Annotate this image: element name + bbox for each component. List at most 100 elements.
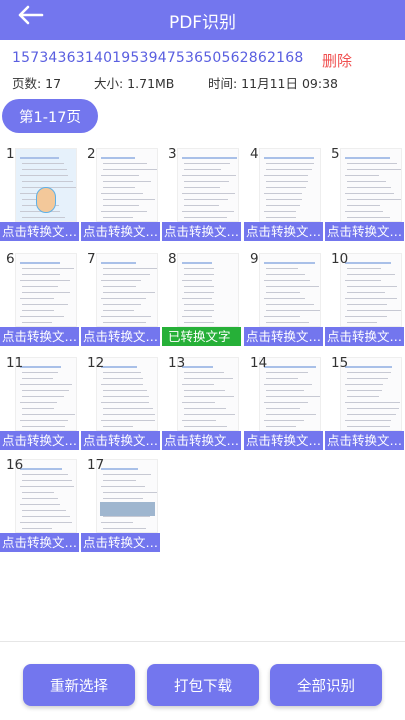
convert-text-button[interactable]: 点击转换文… [81, 222, 160, 241]
reselect-button[interactable]: 重新选择 [23, 664, 135, 706]
convert-text-button[interactable]: 点击转换文… [244, 222, 323, 241]
preview-text-line [184, 292, 214, 294]
preview-text-line [101, 384, 143, 386]
preview-text-line [22, 181, 73, 183]
preview-text-line [264, 175, 308, 177]
page-thumbnail[interactable]: 16 点击转换文… [0, 457, 79, 552]
page-thumbnail[interactable]: 8 已转换文字 [162, 251, 241, 346]
page-preview [96, 148, 158, 222]
preview-text-line [345, 402, 400, 404]
preview-text-line [266, 426, 296, 428]
preview-text-line [20, 468, 62, 470]
preview-text-line [103, 492, 157, 494]
convert-text-button[interactable]: 点击转换文… [0, 533, 79, 552]
preview-text-line [103, 268, 157, 270]
preview-text-line [22, 169, 67, 171]
preview-text-line [266, 169, 312, 171]
preview-text-line [103, 516, 150, 518]
page-number: 1 [6, 146, 15, 162]
preview-text-line [20, 157, 59, 159]
convert-text-button[interactable]: 点击转换文… [162, 431, 241, 450]
preview-text-line [184, 199, 228, 201]
preview-text-line [347, 304, 387, 306]
preview-text-line [266, 199, 302, 201]
preview-text-line [266, 396, 320, 398]
page-thumbnail[interactable]: 10 点击转换文… [325, 251, 404, 346]
preview-text-line [184, 181, 229, 183]
preview-text-line [182, 193, 235, 195]
preview-text-line [22, 396, 64, 398]
preview-text-line [347, 217, 390, 219]
convert-text-button[interactable]: 点击转换文… [162, 222, 241, 241]
divider [0, 641, 405, 642]
page-thumbnail[interactable]: 3 点击转换文… [162, 146, 241, 241]
page-thumbnail[interactable]: 15 点击转换文… [325, 355, 404, 450]
preview-text-line [101, 157, 135, 159]
preview-text-line [20, 486, 74, 488]
preview-text-line [20, 402, 57, 404]
page-thumbnail[interactable]: 11 点击转换文… [0, 355, 79, 450]
preview-text-line [264, 157, 314, 159]
page-thumbnail[interactable]: 13 点击转换文… [162, 355, 241, 450]
page-thumbnail[interactable]: 7 点击转换文… [81, 251, 160, 346]
preview-text-line [266, 304, 314, 306]
convert-text-button[interactable]: 点击转换文… [81, 431, 160, 450]
preview-text-line [101, 193, 143, 195]
page-thumbnail[interactable]: 14 点击转换文… [244, 355, 323, 450]
page-thumbnail[interactable]: 9 点击转换文… [244, 251, 323, 346]
preview-text-line [20, 262, 60, 264]
convert-text-button[interactable]: 点击转换文… [325, 431, 404, 450]
preview-text-line [22, 304, 68, 306]
preview-text-line [184, 310, 214, 312]
convert-text-button[interactable]: 点击转换文… [0, 431, 79, 450]
preview-text-line [20, 175, 68, 177]
package-download-button[interactable]: 打包下载 [147, 664, 259, 706]
preview-text-line [20, 504, 60, 506]
converted-status-label[interactable]: 已转换文字 [162, 327, 241, 346]
convert-text-button[interactable]: 点击转换文… [325, 327, 404, 346]
page-thumbnail[interactable]: 1 点击转换文… [0, 146, 79, 241]
preview-text-line [347, 390, 382, 392]
preview-text-line [266, 274, 305, 276]
preview-text-line [347, 268, 381, 270]
preview-text-line [22, 516, 70, 518]
page-thumbnail[interactable]: 2 点击转换文… [81, 146, 160, 241]
convert-text-button[interactable]: 点击转换文… [244, 327, 323, 346]
recognize-all-button[interactable]: 全部识别 [270, 664, 382, 706]
convert-text-button[interactable]: 点击转换文… [325, 222, 404, 241]
convert-text-button[interactable]: 点击转换文… [81, 327, 160, 346]
preview-text-line [20, 420, 68, 422]
preview-text-line [20, 298, 54, 300]
preview-text-line [22, 163, 64, 165]
convert-text-button[interactable]: 点击转换文… [0, 222, 79, 241]
page-preview [340, 148, 402, 222]
preview-text-line [103, 310, 134, 312]
preview-text-line [345, 175, 379, 177]
page-thumbnail[interactable]: 4 点击转换文… [244, 146, 323, 241]
preview-text-line [103, 187, 135, 189]
preview-text-line [264, 420, 304, 422]
preview-text-line [101, 262, 136, 264]
page-thumbnail[interactable]: 12 点击转换文… [81, 355, 160, 450]
preview-text-line [103, 498, 143, 500]
page-number: 5 [331, 146, 340, 162]
preview-text-line [266, 217, 296, 219]
preview-text-line [266, 310, 320, 312]
preview-text-line [103, 274, 150, 276]
page-thumbnail[interactable]: 17 点击转换文… [81, 457, 160, 552]
preview-text-line [103, 372, 141, 374]
page-thumbnail[interactable]: 6 点击转换文… [0, 251, 79, 346]
preview-text-line [345, 298, 397, 300]
convert-text-button[interactable]: 点击转换文… [81, 533, 160, 552]
convert-text-button[interactable]: 点击转换文… [244, 431, 323, 450]
page-number: 9 [250, 251, 259, 267]
preview-text-line [101, 316, 151, 318]
convert-text-button[interactable]: 点击转换文… [0, 327, 79, 346]
preview-text-line [101, 280, 141, 282]
preview-text-line [266, 205, 300, 207]
preview-text-line [347, 408, 399, 410]
preview-text-line [184, 396, 234, 398]
preview-text-line [101, 175, 139, 177]
page-thumbnail[interactable]: 5 点击转换文… [325, 146, 404, 241]
preview-text-line [103, 408, 153, 410]
